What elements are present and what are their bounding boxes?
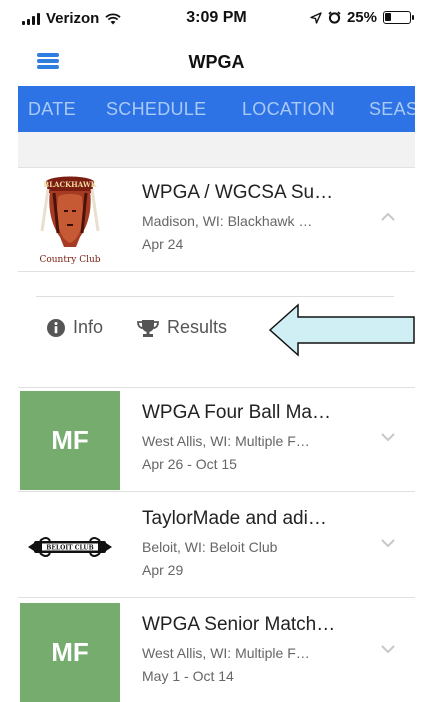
status-bar: Verizon 3:09 PM 25% bbox=[0, 0, 433, 36]
event-date: Apr 29 bbox=[142, 562, 184, 578]
event-date: Apr 24 bbox=[142, 236, 184, 252]
blackhawk-logo: BLACKHAWK Country Club bbox=[20, 171, 120, 270]
beloit-club-logo: BELOIT CLUB bbox=[20, 497, 120, 596]
sort-tab-bar: DATE SCHEDULE LOCATION SEAS bbox=[18, 86, 415, 132]
status-right: 25% bbox=[310, 9, 414, 26]
left-arrow-annotation bbox=[268, 303, 415, 357]
info-button[interactable]: Info bbox=[46, 317, 103, 338]
info-label: Info bbox=[73, 317, 104, 337]
event-thumb-initials: MF bbox=[20, 391, 120, 490]
results-label: Results bbox=[167, 317, 228, 337]
event-row-taylormade[interactable]: BELOIT CLUB TaylorMade and adi… Beloit, … bbox=[18, 494, 415, 598]
svg-text:Country Club: Country Club bbox=[39, 255, 100, 265]
app-header: WPGA bbox=[0, 40, 433, 84]
chevron-down-icon[interactable] bbox=[380, 538, 396, 548]
chevron-down-icon[interactable] bbox=[380, 644, 396, 654]
event-location: Beloit, WI: Beloit Club bbox=[142, 539, 278, 555]
tab-date[interactable]: DATE bbox=[28, 99, 76, 120]
location-arrow-icon bbox=[310, 11, 322, 24]
beloit-club-logo-image: BELOIT CLUB bbox=[28, 537, 112, 557]
tab-season[interactable]: SEAS bbox=[369, 99, 415, 120]
event-title: TaylorMade and adi… bbox=[142, 508, 327, 529]
tab-schedule[interactable]: SCHEDULE bbox=[106, 99, 206, 120]
event-thumb-initials: MF bbox=[20, 603, 120, 702]
event-row-four-ball[interactable]: MF WPGA Four Ball Ma… West Allis, WI: Mu… bbox=[18, 388, 415, 492]
battery-fill bbox=[385, 13, 391, 21]
info-circle-icon bbox=[47, 318, 65, 337]
battery-percent: 25% bbox=[346, 9, 377, 26]
event-location: Madison, WI: Blackhawk … bbox=[142, 213, 313, 229]
event-row-wpga-wgcsa[interactable]: BLACKHAWK Country Club WPGA / WGCSA Su… … bbox=[18, 168, 415, 272]
page-title: WPGA bbox=[188, 52, 245, 72]
tab-location[interactable]: LOCATION bbox=[242, 99, 335, 120]
blackhawk-logo-image: BLACKHAWK Country Club bbox=[39, 176, 101, 265]
alarm-icon bbox=[328, 11, 341, 24]
event-row-senior-match[interactable]: MF WPGA Senior Match… West Allis, WI: Mu… bbox=[18, 600, 415, 702]
event-location: West Allis, WI: Multiple F… bbox=[142, 433, 310, 449]
event-title: WPGA / WGCSA Su… bbox=[142, 182, 334, 203]
event-date: May 1 - Oct 14 bbox=[142, 668, 234, 684]
event-title: WPGA Senior Match… bbox=[142, 614, 336, 635]
svg-text:BLACKHAWK: BLACKHAWK bbox=[43, 180, 97, 189]
divider bbox=[36, 296, 394, 297]
event-date: Apr 26 - Oct 15 bbox=[142, 456, 237, 472]
trophy-icon bbox=[137, 319, 159, 337]
list-top-spacer bbox=[18, 132, 415, 168]
results-button[interactable]: Results bbox=[136, 317, 227, 338]
event-title: WPGA Four Ball Ma… bbox=[142, 402, 331, 423]
event-location: West Allis, WI: Multiple F… bbox=[142, 645, 310, 661]
battery-icon bbox=[383, 11, 414, 24]
chevron-up-icon[interactable] bbox=[380, 212, 396, 222]
svg-text:BELOIT CLUB: BELOIT CLUB bbox=[46, 545, 93, 552]
chevron-down-icon[interactable] bbox=[380, 432, 396, 442]
